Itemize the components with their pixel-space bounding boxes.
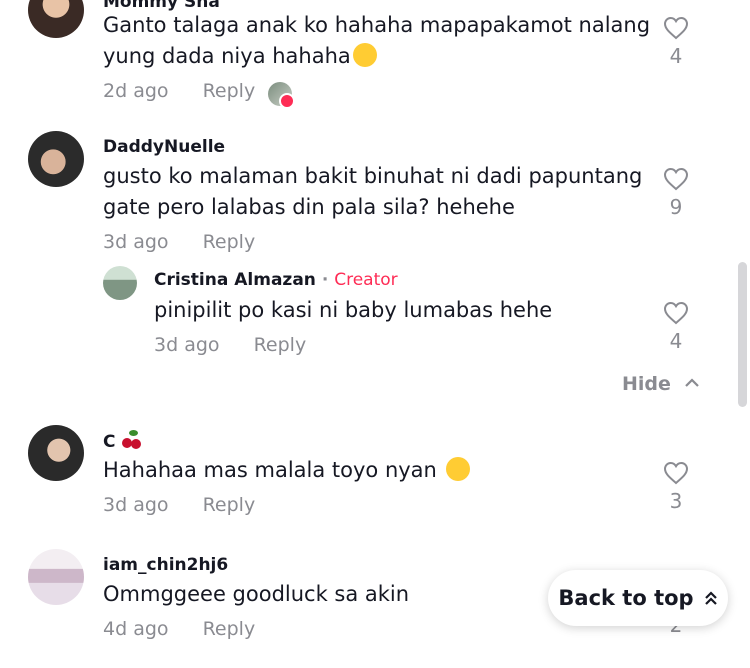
comment-meta: 3d ago Reply: [103, 494, 255, 516]
reply-username[interactable]: Cristina Almazan: [154, 270, 316, 290]
comment-text-line: gate pero lalabas din pala sila? hehehe: [103, 195, 515, 219]
back-to-top-button[interactable]: Back to top: [548, 570, 728, 626]
comment-timestamp: 4d ago: [103, 618, 169, 640]
comment-meta: 2d ago Reply: [103, 80, 255, 102]
comment-timestamp: 2d ago: [103, 80, 169, 102]
comment-text: gusto ko malaman bakit binuhat ni dadi p…: [103, 161, 642, 192]
creator-liked-icon: [268, 82, 295, 109]
comment-meta: 3d ago Reply: [103, 231, 255, 253]
separator-dot: ·: [321, 270, 329, 290]
comment-text: gate pero lalabas din pala sila? hehehe: [103, 192, 515, 223]
comment-username-text[interactable]: C: [103, 432, 115, 452]
heart-icon: [663, 167, 689, 191]
grinning-sweat-emoji-icon: [352, 43, 377, 67]
comment-username[interactable]: iam_chin2hj6: [103, 555, 228, 575]
comment-timestamp: 3d ago: [103, 231, 169, 253]
like-button[interactable]: 9: [656, 167, 696, 219]
cherries-emoji-icon: [121, 430, 143, 450]
like-button[interactable]: 4: [656, 16, 696, 68]
avatar[interactable]: [28, 425, 84, 481]
comment-text-line: gusto ko malaman bakit binuhat ni dadi p…: [103, 164, 643, 188]
comment-username: C: [103, 430, 143, 452]
comment-username: Cristina Almazan · Creator: [154, 270, 398, 290]
reply-button[interactable]: Reply: [203, 80, 256, 102]
comment-timestamp: 3d ago: [103, 494, 169, 516]
comment-timestamp: 3d ago: [154, 334, 220, 356]
like-count: 3: [669, 489, 683, 513]
comment-text-line: pinipilit po kasi ni baby lumabas hehe: [154, 298, 553, 322]
hide-label: Hide: [622, 373, 671, 395]
comment-text-line: Hahahaa mas malala toyo nyan: [103, 458, 437, 482]
heart-icon: [663, 16, 689, 40]
avatar[interactable]: [28, 549, 84, 605]
back-to-top-label: Back to top: [558, 586, 694, 610]
comment-text: yung dada niya hahaha: [103, 41, 377, 72]
comment-meta: 4d ago Reply: [103, 618, 255, 640]
comment-text-line: yung dada niya hahaha: [103, 44, 351, 68]
like-count: 9: [669, 195, 683, 219]
comment-text: Ganto talaga anak ko hahaha mapapakamot …: [103, 10, 650, 41]
avatar[interactable]: [28, 131, 84, 187]
comment-text: Hahahaa mas malala toyo nyan: [103, 455, 470, 486]
hide-replies-button[interactable]: Hide: [622, 373, 700, 395]
avatar[interactable]: [28, 0, 84, 38]
like-count: 4: [669, 44, 683, 68]
like-button[interactable]: 4: [656, 301, 696, 353]
reply-button[interactable]: Reply: [203, 618, 256, 640]
comment-text-line: Ganto talaga anak ko hahaha mapapakamot …: [103, 13, 651, 37]
comment-text: Ommggeee goodluck sa akin: [103, 579, 409, 610]
comment-text: pinipilit po kasi ni baby lumabas hehe: [154, 295, 552, 326]
heart-icon: [663, 301, 689, 325]
scrollbar-thumb[interactable]: [738, 262, 747, 407]
comment-text-line: Ommggeee goodluck sa akin: [103, 582, 410, 606]
avatar[interactable]: [103, 266, 137, 300]
rolling-laughing-emoji-icon: [445, 457, 470, 481]
like-button[interactable]: 3: [656, 461, 696, 513]
reply-button[interactable]: Reply: [203, 231, 256, 253]
chevron-up-icon: [684, 378, 699, 387]
creator-badge: Creator: [334, 270, 398, 290]
comment-username[interactable]: DaddyNuelle: [103, 137, 225, 157]
comment-meta: 3d ago Reply: [154, 334, 306, 356]
reply-button[interactable]: Reply: [254, 334, 307, 356]
reply-button[interactable]: Reply: [203, 494, 256, 516]
double-chevron-up-icon: [704, 591, 717, 605]
heart-icon: [663, 461, 689, 485]
like-count: 4: [669, 329, 683, 353]
